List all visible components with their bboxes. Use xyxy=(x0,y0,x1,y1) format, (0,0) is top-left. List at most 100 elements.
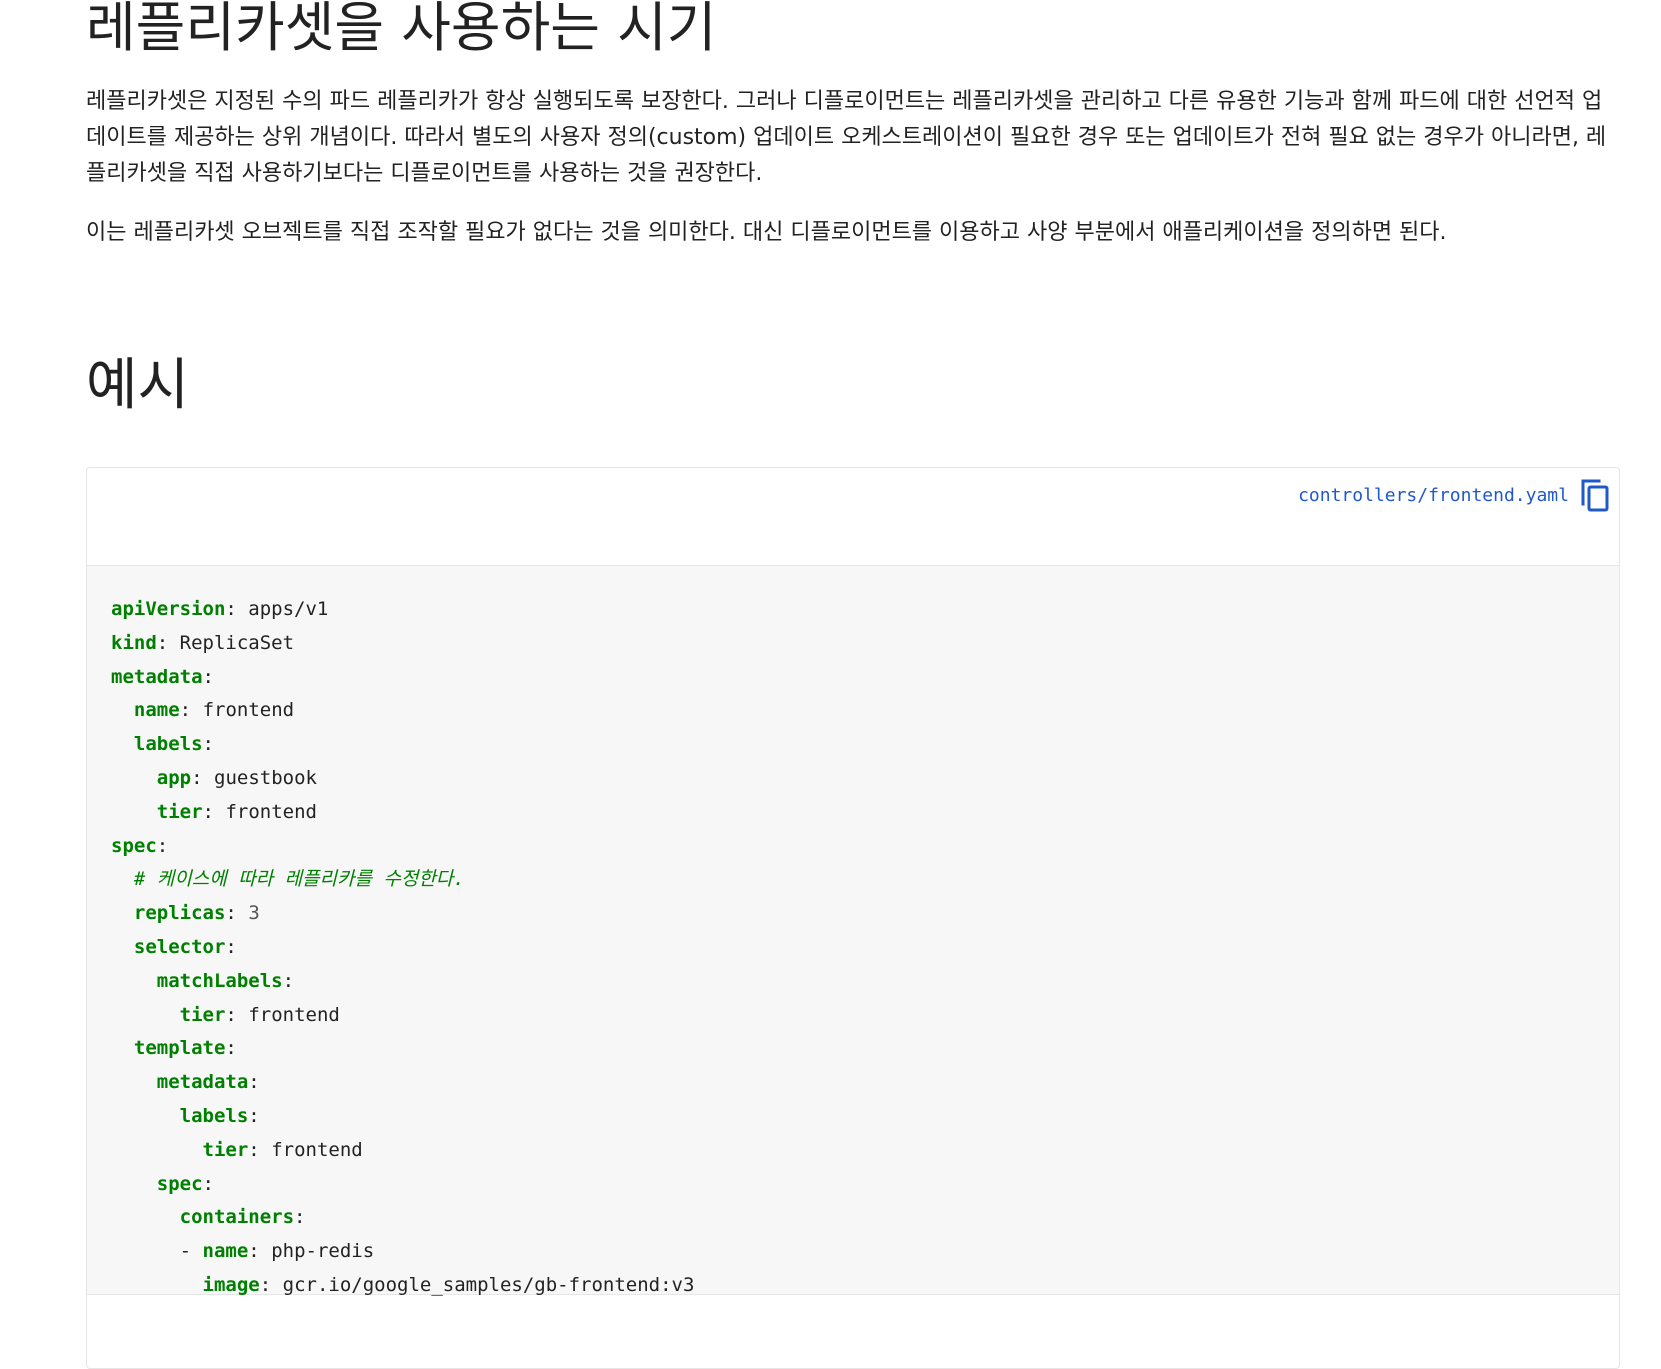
code-line: metadata: xyxy=(111,661,694,695)
code-value: gcr.io/google_samples/gb-frontend:v3 xyxy=(282,1273,695,1296)
code-colon: : xyxy=(294,1206,306,1229)
code-block-body: apiVersion: apps/v1 kind: ReplicaSet metad… xyxy=(87,566,1619,1296)
code-block: controllers/frontend.yaml apiVersion: ap… xyxy=(86,467,1620,1369)
code-colon: : xyxy=(202,665,214,688)
code-key: name xyxy=(202,1240,249,1263)
code-colon: : xyxy=(248,1240,260,1263)
section-title-example: 예시 xyxy=(86,353,190,418)
code-key: kind xyxy=(111,631,157,654)
code-key: matchLabels xyxy=(156,969,283,992)
paragraph-replicaset-usage: 이는 레플리카셋 오브젝트를 직접 조작할 필요가 없다는 것을 의미한다. 대… xyxy=(86,220,1447,245)
code-comment: # 케이스에 따라 레플리카를 수정한다. xyxy=(133,868,465,891)
code-colon: : xyxy=(202,800,214,823)
code-colon: : xyxy=(225,1003,237,1026)
code-line: metadata: xyxy=(111,1066,694,1100)
code-value: frontend xyxy=(202,699,295,722)
code-key: spec xyxy=(111,834,157,857)
code-value: guestbook xyxy=(214,766,317,789)
code-colon: : xyxy=(248,1071,260,1094)
code-line: image: gcr.io/google_samples/gb-frontend… xyxy=(111,1269,695,1303)
code-value: frontend xyxy=(248,1003,340,1026)
code-key: labels xyxy=(179,1104,249,1127)
code-key: selector xyxy=(133,935,226,958)
code-list-marker: - xyxy=(179,1240,203,1263)
code-line: tier: frontend xyxy=(111,1134,694,1168)
code-line: tier: frontend xyxy=(111,796,694,830)
code-value: frontend xyxy=(271,1138,363,1161)
code-key: replicas xyxy=(133,902,226,925)
code-line: - name: php-redis xyxy=(111,1235,694,1269)
code-colon: : xyxy=(225,598,237,620)
code-colon: : xyxy=(225,902,237,925)
code-line: template: xyxy=(111,1032,694,1066)
code-key: image xyxy=(202,1273,260,1296)
copy-icon[interactable] xyxy=(1579,477,1611,513)
section-title-when-to-use: 레플리카셋을 사용하는 시기 xyxy=(86,0,717,59)
code-line: labels: xyxy=(111,1100,694,1134)
code-colon: : xyxy=(156,834,169,857)
code-colon: : xyxy=(259,1273,272,1296)
yaml-code: apiVersion: apps/v1 kind: ReplicaSet metad… xyxy=(111,593,694,1303)
code-colon: : xyxy=(248,1138,260,1161)
code-colon: : xyxy=(179,699,192,722)
code-line: kind: ReplicaSet xyxy=(111,627,694,661)
code-colon: : xyxy=(282,969,295,992)
code-key: metadata xyxy=(111,665,203,688)
code-colon: : xyxy=(191,766,203,789)
code-line: replicas: 3 xyxy=(111,897,694,931)
code-value: php-redis xyxy=(271,1240,375,1263)
code-key: labels xyxy=(133,733,203,756)
code-colon: : xyxy=(202,1172,214,1195)
code-key: metadata xyxy=(156,1071,249,1094)
code-line: selector: xyxy=(111,931,694,965)
code-line: name: frontend xyxy=(111,694,694,728)
code-colon: : xyxy=(248,1104,260,1127)
code-value: ReplicaSet xyxy=(179,631,295,654)
code-key: tier xyxy=(202,1138,249,1161)
code-line: spec: xyxy=(111,830,694,864)
code-key: tier xyxy=(156,800,203,823)
code-key: spec xyxy=(156,1172,203,1195)
code-block-header: controllers/frontend.yaml xyxy=(87,468,1619,566)
code-key: name xyxy=(133,699,180,722)
code-line: labels: xyxy=(111,728,694,762)
code-colon: : xyxy=(225,1037,237,1060)
code-key: app xyxy=(156,766,192,789)
code-line: # 케이스에 따라 레플리카를 수정한다. xyxy=(111,863,694,897)
code-key: tier xyxy=(179,1003,226,1026)
code-value: apps/v1 xyxy=(248,598,329,620)
code-key: template xyxy=(133,1037,226,1060)
code-value: frontend xyxy=(225,800,317,823)
code-colon: : xyxy=(225,935,237,958)
paragraph-replicaset-intro: 레플리카셋은 지정된 수의 파드 레플리카가 항상 실행되도록 보장한다. 그러… xyxy=(86,89,1607,186)
code-colon: : xyxy=(156,631,169,654)
code-value: 3 xyxy=(248,902,260,925)
code-line: apiVersion: apps/v1 xyxy=(111,593,694,627)
code-line: containers: xyxy=(111,1201,694,1235)
code-file-link[interactable]: controllers/frontend.yaml xyxy=(1298,481,1569,511)
code-colon: : xyxy=(202,733,214,756)
code-line: spec: xyxy=(111,1168,694,1202)
code-line: tier: frontend xyxy=(111,999,694,1033)
code-line: app: guestbook xyxy=(111,762,694,796)
code-key: apiVersion xyxy=(111,598,226,620)
code-key: containers xyxy=(179,1206,295,1229)
code-line: matchLabels: xyxy=(111,965,694,999)
